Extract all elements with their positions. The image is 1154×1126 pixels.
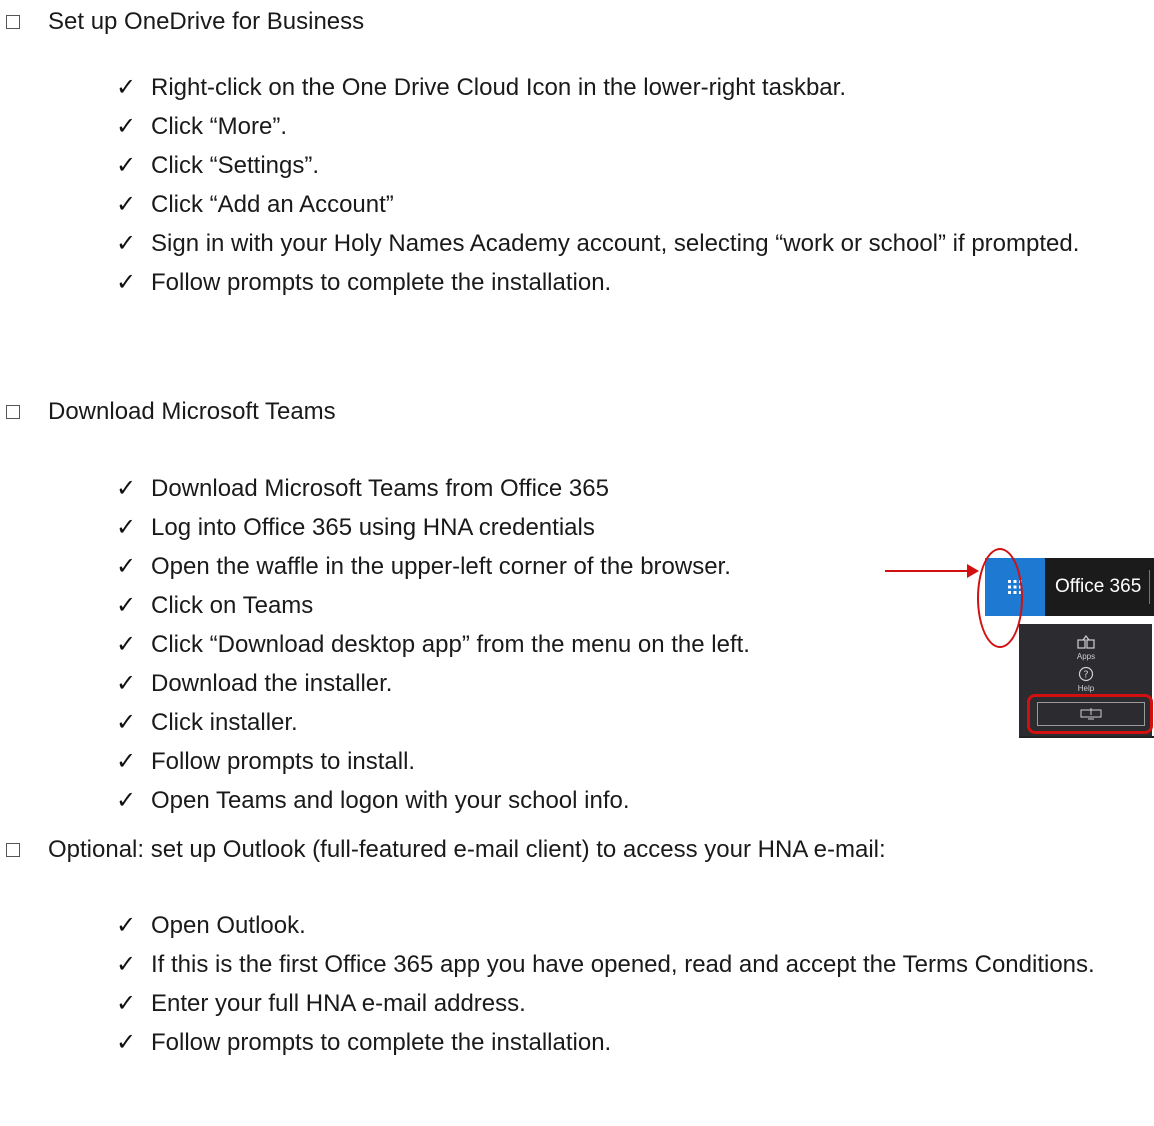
teams-side-panel: Apps ? Help [1019, 624, 1153, 736]
check-mark-icon: ✓ [116, 591, 137, 619]
list-item: ✓ Click “More”. [116, 107, 1150, 146]
check-mark-icon: ✓ [116, 474, 137, 502]
help-label: Help [1077, 684, 1095, 693]
step-text: Click “Add an Account” [151, 191, 394, 218]
list-item: ✓ Right-click on the One Drive Cloud Icon… [116, 68, 1150, 107]
list-item: ✓ Click installer. [116, 703, 894, 742]
list-item: ✓ Follow prompts to complete the installa… [116, 263, 1150, 302]
list-item: ✓ Open Outlook. [116, 906, 1154, 945]
check-mark-icon: ✓ [116, 151, 137, 179]
list-item: ✓ Download the installer. [116, 664, 894, 703]
teams-steps-list: ✓ Download Microsoft Teams from Office 36… [116, 469, 894, 820]
check-mark-icon: ✓ [116, 1028, 137, 1056]
check-mark-icon: ✓ [116, 786, 137, 814]
check-mark-icon: ✓ [116, 112, 137, 140]
check-mark-icon: ✓ [116, 989, 137, 1017]
step-text: Download Microsoft Teams from Office 365 [151, 475, 609, 502]
outlook-steps-list: ✓ Open Outlook. ✓ If this is the first Off… [116, 906, 1154, 1062]
divider [1019, 736, 1154, 738]
list-item: ✓ Follow prompts to install. [116, 742, 894, 781]
section-heading-text: Optional: set up Outlook (full-featured … [48, 836, 886, 863]
step-text: Click on Teams [151, 592, 314, 619]
step-text: Click “More”. [151, 113, 287, 140]
step-text: If this is the first Office 365 app you … [151, 951, 1095, 978]
check-mark-icon: ✓ [116, 73, 137, 101]
section-heading-teams: Download Microsoft Teams [6, 396, 336, 428]
check-mark-icon: ✓ [116, 669, 137, 697]
checkbox-icon[interactable] [6, 15, 20, 29]
check-mark-icon: ✓ [116, 229, 137, 257]
list-item: ✓ Enter your full HNA e-mail address. [116, 984, 1154, 1023]
help-icon[interactable]: ? [1069, 666, 1103, 685]
check-mark-icon: ✓ [116, 268, 137, 296]
step-text: Open the waffle in the upper-left corner… [151, 553, 731, 580]
check-mark-icon: ✓ [116, 911, 137, 939]
annotation-circle [977, 548, 1023, 648]
list-item: ✓ Follow prompts to complete the installa… [116, 1023, 1154, 1062]
apps-glyph-icon [1077, 635, 1095, 649]
checkbox-icon[interactable] [6, 843, 20, 857]
check-mark-icon: ✓ [116, 552, 137, 580]
help-glyph-icon: ? [1078, 666, 1094, 682]
svg-text:?: ? [1083, 670, 1088, 681]
step-text: Log into Office 365 using HNA credential… [151, 514, 595, 541]
list-item: ✓ Click “Download desktop app” from the m… [116, 625, 894, 664]
list-item: ✓ Sign in with your Holy Names Academy ac… [116, 224, 1150, 263]
onedrive-steps-list: ✓ Right-click on the One Drive Cloud Icon… [116, 68, 1150, 302]
section-heading-text: Set up OneDrive for Business [48, 8, 365, 35]
section-heading-onedrive: Set up OneDrive for Business [6, 6, 364, 38]
step-text: Open Teams and logon with your school in… [151, 787, 630, 814]
step-text: Open Outlook. [151, 912, 306, 939]
step-text: Right-click on the One Drive Cloud Icon … [151, 74, 846, 101]
step-text: Follow prompts to complete the installat… [151, 1029, 612, 1056]
step-text: Click “Download desktop app” from the me… [151, 631, 750, 658]
header-divider [1149, 570, 1150, 604]
section-heading-outlook: Optional: set up Outlook (full-featured … [6, 834, 886, 866]
annotation-highlight [1027, 694, 1153, 734]
list-item: ✓ If this is the first Office 365 app you… [116, 945, 1154, 984]
step-text: Enter your full HNA e-mail address. [151, 990, 526, 1017]
check-mark-icon: ✓ [116, 708, 137, 736]
check-mark-icon: ✓ [116, 513, 137, 541]
office365-illustration: Office 365 Apps ? Help [955, 548, 1154, 738]
step-text: Follow prompts to install. [151, 748, 416, 775]
check-mark-icon: ✓ [116, 950, 137, 978]
step-text: Sign in with your Holy Names Academy acc… [151, 230, 1080, 257]
check-mark-icon: ✓ [116, 630, 137, 658]
list-item: ✓ Log into Office 365 using HNA credentia… [116, 508, 894, 547]
step-text: Click “Settings”. [151, 152, 320, 179]
step-text: Download the installer. [151, 670, 393, 697]
step-text: Follow prompts to complete the installat… [151, 269, 612, 296]
list-item: ✓ Open Teams and logon with your school i… [116, 781, 894, 820]
list-item: ✓ Click “Settings”. [116, 146, 1150, 185]
list-item: ✓ Click “Add an Account” [116, 185, 1150, 224]
list-item: ✓ Open the waffle in the upper-left corne… [116, 547, 894, 586]
apps-icon[interactable] [1069, 634, 1103, 652]
list-item: ✓ Download Microsoft Teams from Office 36… [116, 469, 894, 508]
check-mark-icon: ✓ [116, 747, 137, 775]
section-heading-text: Download Microsoft Teams [48, 398, 336, 425]
checkbox-icon[interactable] [6, 405, 20, 419]
check-mark-icon: ✓ [116, 190, 137, 218]
office365-title: Office 365 [1055, 576, 1142, 597]
list-item: ✓ Click on Teams [116, 586, 894, 625]
step-text: Click installer. [151, 709, 298, 736]
apps-label: Apps [1076, 652, 1096, 661]
